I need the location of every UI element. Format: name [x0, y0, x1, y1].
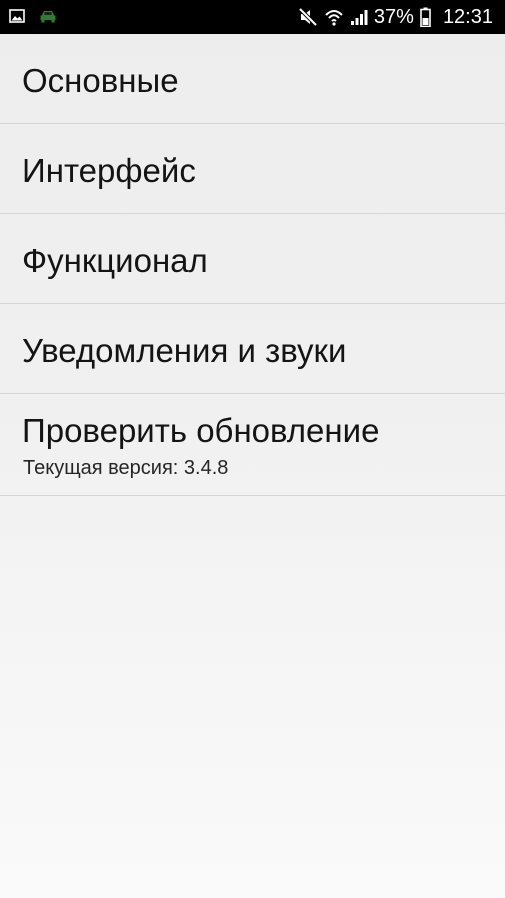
settings-list: Основные Интерфейс Функционал Уведомлени… — [0, 34, 505, 496]
car-icon — [39, 9, 57, 23]
clock: 12:31 — [442, 6, 493, 28]
settings-item-title: Интерфейс — [22, 152, 196, 189]
system-icons: 37% 12:31 — [298, 0, 493, 34]
status-bar: 37% 12:31 — [0, 0, 505, 34]
settings-item-title: Основные — [22, 62, 179, 99]
notification-icons — [9, 8, 57, 24]
battery-percent: 37% — [373, 6, 414, 28]
current-version-label: Текущая версия: 3.4.8 — [23, 457, 229, 479]
settings-item-notifications-sounds[interactable]: Уведомления и звуки — [0, 304, 505, 394]
settings-item-check-update[interactable]: Проверить обновление Текущая версия: 3.4… — [0, 394, 505, 496]
settings-item-title: Уведомления и звуки — [22, 332, 347, 369]
settings-item-title: Функционал — [22, 242, 208, 279]
settings-item-interface[interactable]: Интерфейс — [0, 124, 505, 214]
wifi-icon — [324, 7, 344, 27]
mute-icon — [298, 7, 318, 27]
gallery-icon — [9, 8, 25, 24]
settings-item-title: Проверить обновление — [22, 412, 380, 449]
settings-item-features[interactable]: Функционал — [0, 214, 505, 304]
settings-item-general[interactable]: Основные — [0, 34, 505, 124]
battery-icon — [420, 7, 431, 27]
signal-icon — [350, 8, 368, 26]
